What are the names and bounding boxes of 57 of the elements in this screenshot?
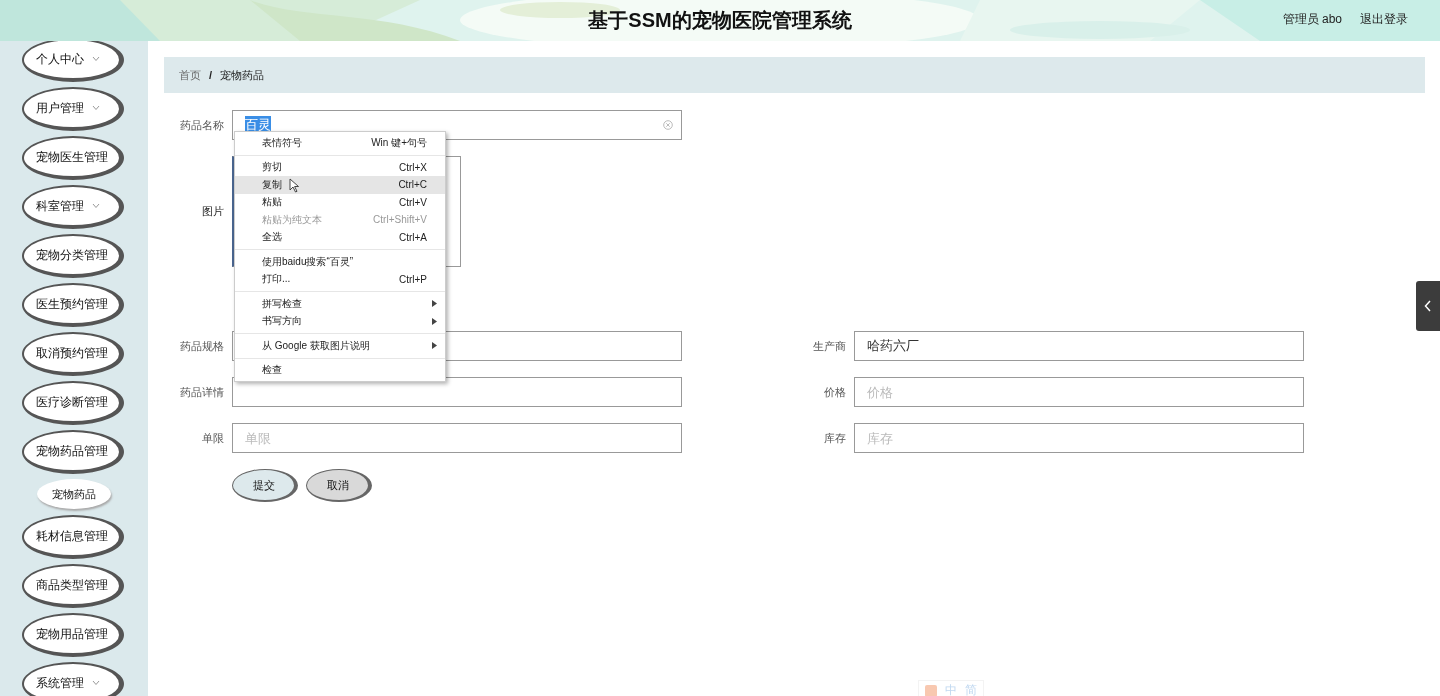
- field-label: 药品规格: [179, 338, 224, 354]
- sidebar-item[interactable]: 宠物医生管理: [22, 136, 124, 180]
- sidebar-item[interactable]: 个人中心: [22, 38, 124, 82]
- input-field[interactable]: 价格: [854, 377, 1304, 407]
- field-label: 药品名称: [179, 117, 224, 133]
- menu-item[interactable]: 剪切 Ctrl+X: [235, 158, 445, 176]
- sidebar-item[interactable]: 耗材信息管理: [22, 515, 124, 559]
- sidebar-item[interactable]: 用户管理: [22, 87, 124, 131]
- clear-icon[interactable]: [663, 120, 673, 130]
- field-label: 药品详情: [179, 384, 224, 400]
- sidebar-subitem[interactable]: 宠物药品: [37, 479, 111, 509]
- menu-item[interactable]: 从 Google 获取图片说明: [235, 337, 445, 355]
- menu-item[interactable]: 检查: [235, 361, 445, 379]
- menu-item[interactable]: 书写方向: [235, 312, 445, 330]
- input-field[interactable]: [232, 377, 682, 407]
- breadcrumb-separator: /: [209, 69, 213, 81]
- mouse-cursor-icon: [289, 178, 300, 193]
- chevron-down-icon: [92, 56, 100, 62]
- sidebar-item[interactable]: 取消预约管理: [22, 332, 124, 376]
- breadcrumb-current: 宠物药品: [220, 67, 265, 83]
- user-label: 管理员 abo: [1282, 11, 1342, 28]
- input-field[interactable]: 单限: [232, 423, 682, 453]
- field-label: 图片: [201, 204, 224, 219]
- sidebar-item[interactable]: 商品类型管理: [22, 564, 124, 608]
- logout-link[interactable]: 退出登录: [1360, 11, 1408, 28]
- chevron-down-icon: [92, 680, 100, 686]
- sidebar-item[interactable]: 宠物分类管理: [22, 234, 124, 278]
- field-label: 单限: [201, 430, 224, 446]
- input-field[interactable]: 库存: [854, 423, 1304, 453]
- sidebar-item[interactable]: 医生预约管理: [22, 283, 124, 327]
- submit-button[interactable]: 提交: [232, 469, 298, 502]
- sidebar-item[interactable]: 宠物药品管理: [22, 430, 124, 474]
- collapse-toggle[interactable]: [1416, 281, 1440, 331]
- chevron-left-icon: [1424, 300, 1432, 312]
- sidebar-item[interactable]: 科室管理: [22, 185, 124, 229]
- chevron-down-icon: [92, 203, 100, 209]
- submenu-arrow-icon: [432, 342, 437, 350]
- sidebar-item[interactable]: 医疗诊断管理: [22, 381, 124, 425]
- chevron-down-icon: [92, 105, 100, 111]
- ime-logo-icon: [925, 684, 937, 696]
- submenu-arrow-icon: [432, 300, 437, 308]
- menu-item[interactable]: 复制 Ctrl+C: [235, 176, 445, 194]
- sidebar-item[interactable]: 宠物用品管理: [22, 613, 124, 657]
- sidebar-item[interactable]: 系统管理: [22, 662, 124, 696]
- app-title: 基于SSM的宠物医院管理系统: [588, 8, 852, 33]
- breadcrumb-link[interactable]: 首页: [179, 67, 201, 83]
- field-label: 价格: [823, 384, 846, 400]
- menu-item[interactable]: 使用baidu搜索“百灵”: [235, 253, 445, 271]
- input-field[interactable]: 哈药六厂: [854, 331, 1304, 361]
- field-label: 生产商: [812, 338, 846, 354]
- menu-item[interactable]: 粘贴 Ctrl+V: [235, 193, 445, 211]
- menu-item[interactable]: 打印... Ctrl+P: [235, 270, 445, 288]
- submenu-arrow-icon: [432, 317, 437, 325]
- cancel-button[interactable]: 取消: [306, 469, 372, 502]
- menu-item[interactable]: 拼写检查: [235, 295, 445, 313]
- menu-item[interactable]: 全选 Ctrl+A: [235, 228, 445, 246]
- field-label: 库存: [823, 430, 846, 446]
